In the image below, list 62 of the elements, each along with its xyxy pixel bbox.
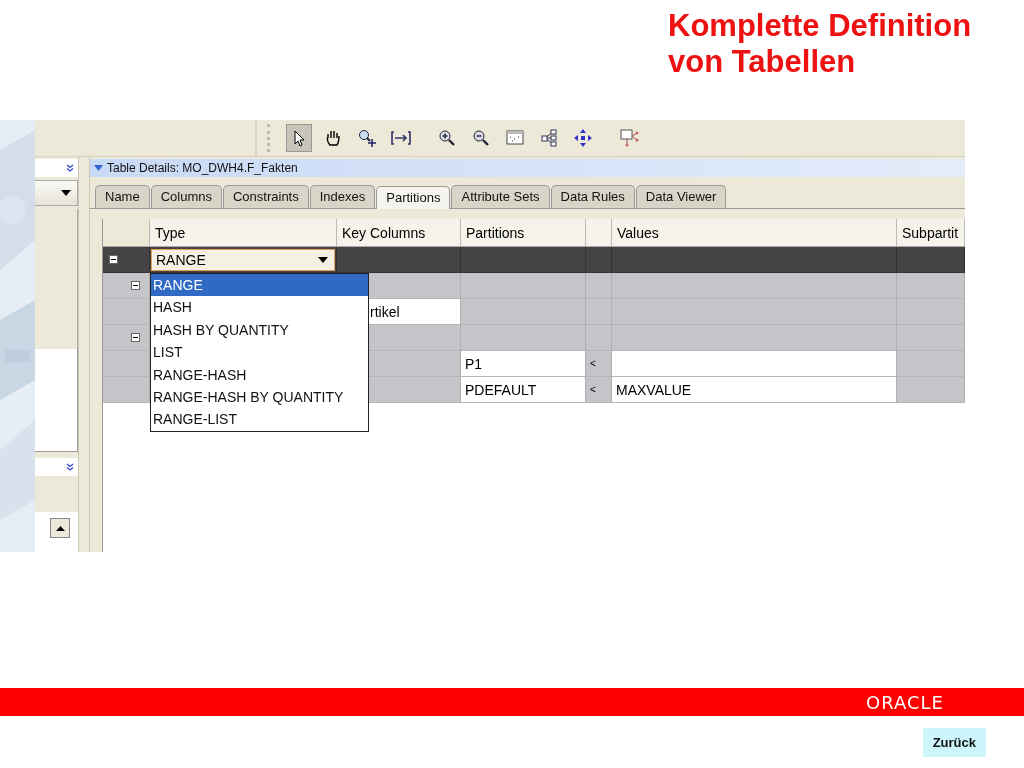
table-cell: < xyxy=(586,351,612,377)
expander-icon[interactable] xyxy=(131,333,140,342)
dropdown-option[interactable]: RANGE-LIST xyxy=(151,408,368,431)
dropdown-option[interactable]: RANGE-HASH xyxy=(151,363,368,386)
scroll-up-button[interactable] xyxy=(50,518,71,538)
overview-icon xyxy=(505,128,525,148)
table-cell: PDEFAULT xyxy=(461,377,586,403)
collapse-icon[interactable] xyxy=(66,463,75,471)
tab[interactable]: Partitions xyxy=(376,186,451,209)
zoom-area-icon xyxy=(357,128,377,148)
table-cell xyxy=(586,299,612,325)
table-cell xyxy=(586,325,612,351)
panel-title: Table Details: MO_DWH4.F_Fakten xyxy=(107,161,298,175)
caret-icon xyxy=(61,190,72,196)
table-cell xyxy=(897,351,965,377)
column-header: Type xyxy=(150,219,337,247)
table-cell xyxy=(897,299,965,325)
arrow-up-icon xyxy=(55,525,65,531)
column-header xyxy=(103,219,150,247)
toolbar-grip[interactable] xyxy=(267,124,273,152)
tab[interactable]: Data Rules xyxy=(550,185,635,208)
table-cell xyxy=(897,377,965,403)
tab[interactable]: Attribute Sets xyxy=(451,185,550,208)
dropdown-option[interactable]: LIST xyxy=(151,341,368,364)
tab[interactable]: Constraints xyxy=(223,185,309,208)
column-header xyxy=(586,219,612,247)
table-cell xyxy=(103,377,150,403)
expander-icon[interactable] xyxy=(109,255,118,264)
table-cell: < xyxy=(586,377,612,403)
table-cell: P1 xyxy=(461,351,586,377)
tab[interactable]: Columns xyxy=(150,185,222,208)
table-cell xyxy=(586,247,612,273)
caret-icon xyxy=(318,256,328,263)
column-header: Partitions xyxy=(461,219,586,247)
dropdown-field[interactable] xyxy=(35,180,79,206)
tab[interactable]: Name xyxy=(95,185,150,208)
zoom-in-icon xyxy=(437,128,457,148)
back-button[interactable]: Zurück xyxy=(922,728,986,757)
tree-icon xyxy=(539,128,559,148)
slide-title: Komplette Definition von Tabellen xyxy=(668,8,973,81)
tab[interactable]: Data Viewer xyxy=(635,185,727,208)
type-dropdown[interactable]: RANGE xyxy=(151,248,335,271)
tab[interactable]: Indexes xyxy=(309,185,376,208)
column-header: Subpartit xyxy=(897,219,965,247)
table-cell: MAXVALUE xyxy=(612,377,897,403)
fit-icon xyxy=(391,128,411,148)
table-cell xyxy=(586,273,612,299)
table-cell xyxy=(897,325,965,351)
expander-icon[interactable] xyxy=(131,281,140,290)
logo: ORACLE xyxy=(866,691,944,713)
zoom-out-icon xyxy=(471,128,491,148)
dropdown-option[interactable]: RANGE xyxy=(151,274,368,297)
column-header: Values xyxy=(612,219,897,247)
graph-icon xyxy=(619,128,639,148)
expand-triangle-icon[interactable] xyxy=(94,165,103,171)
dropdown-option[interactable]: RANGE-HASH BY QUANTITY xyxy=(151,385,368,409)
column-header: Key Columns xyxy=(337,219,461,247)
table-cell xyxy=(897,273,965,299)
move-icon xyxy=(573,128,593,148)
collapse-icon[interactable] xyxy=(66,164,75,172)
pointer-tool[interactable] xyxy=(286,124,312,152)
table-cell xyxy=(897,247,965,273)
